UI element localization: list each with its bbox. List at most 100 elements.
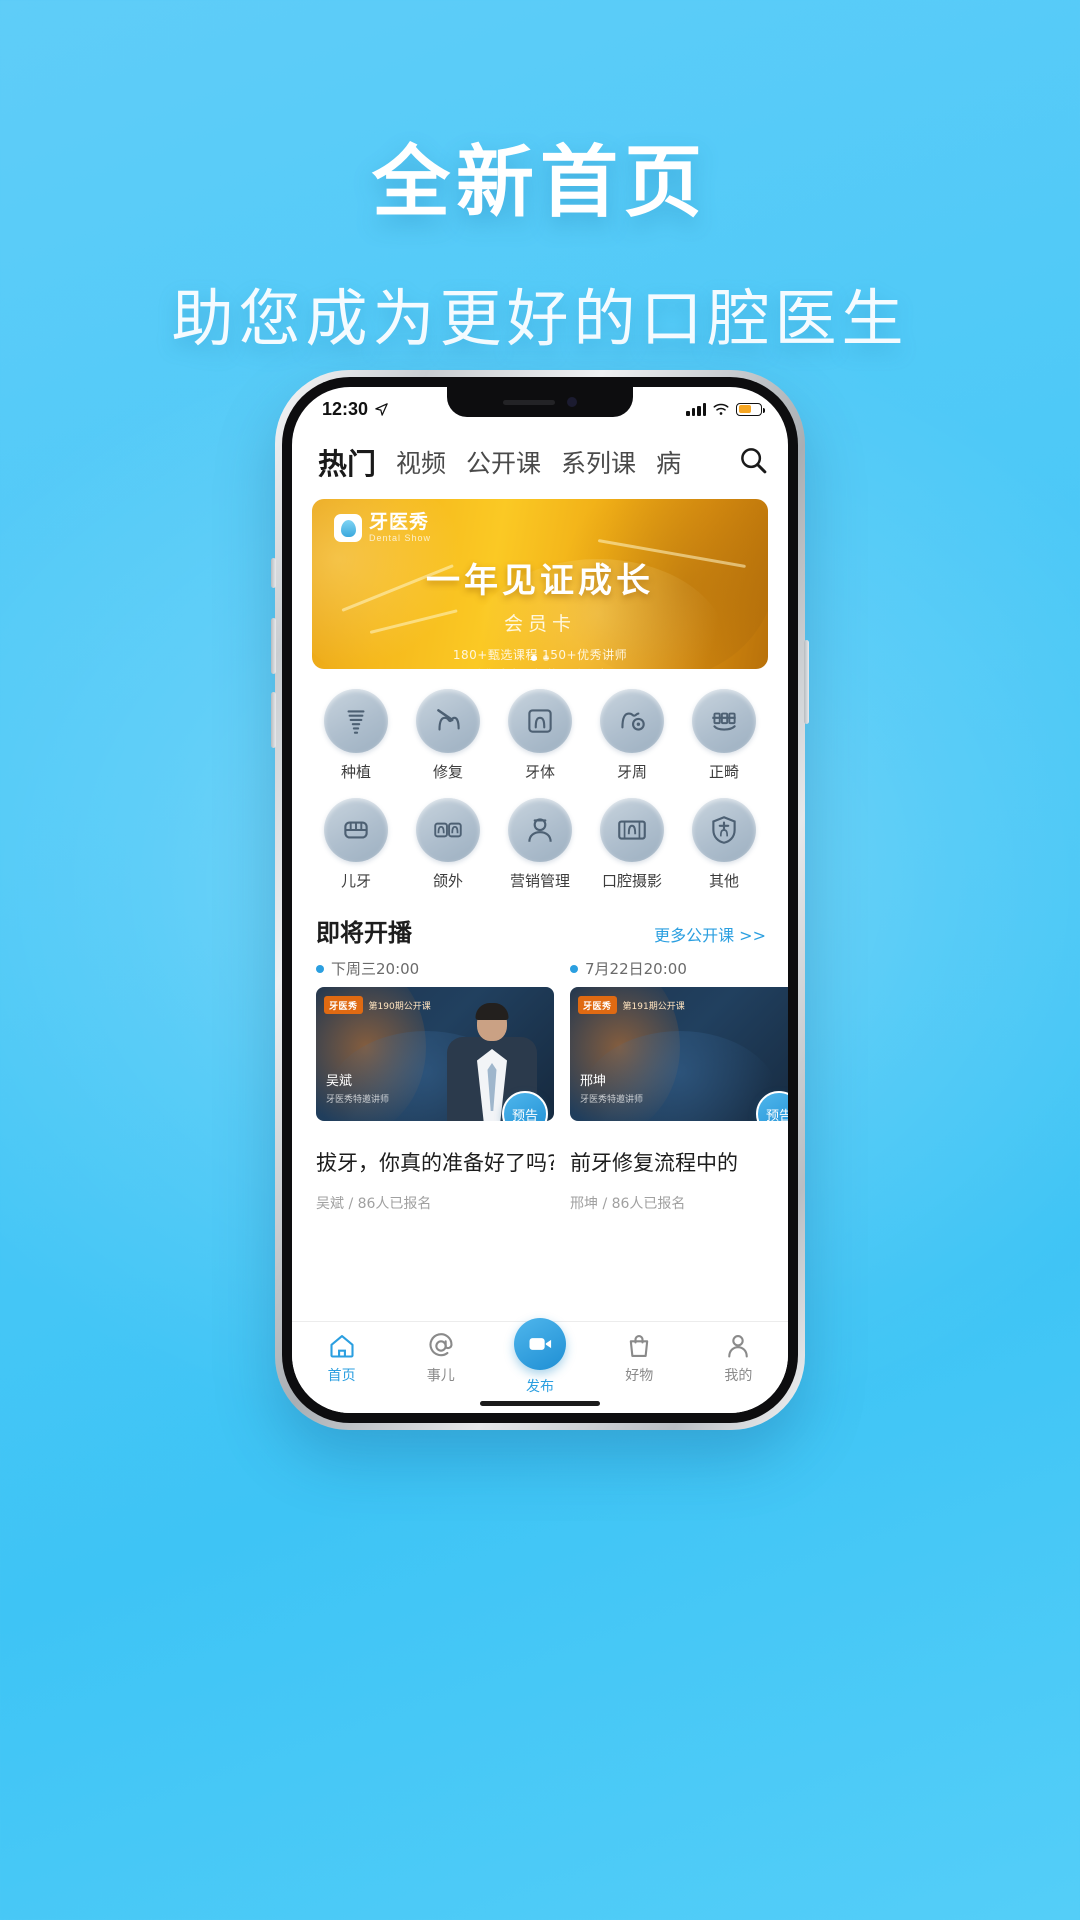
pediatric-teeth-icon — [324, 798, 388, 862]
tab-bar-label: 我的 — [724, 1368, 753, 1384]
phone-notch — [447, 387, 633, 417]
page-title: 全新首页 — [371, 138, 708, 228]
live-time-row: 下周三20:00 — [316, 958, 554, 979]
phone-power-button — [804, 640, 809, 724]
live-dot-icon — [316, 964, 324, 973]
periodontal-gear-icon — [600, 689, 664, 753]
phone-screen: 12:30 热门 视频 公开课 系列课 病 牙医秀 Dental Show 一年… — [292, 387, 788, 1413]
upcoming-live-list[interactable]: 下周三20:00 牙医秀 第190期公开课 吴斌 牙医秀特邀讲师 预告 拔牙，你… — [292, 954, 788, 1213]
tooth-body-icon — [508, 689, 572, 753]
shopping-bag-icon — [629, 1335, 649, 1357]
tab-series-class[interactable]: 系列课 — [561, 444, 636, 480]
tab-bar-label: 好物 — [625, 1368, 654, 1384]
phone-bezel: 12:30 热门 视频 公开课 系列课 病 牙医秀 Dental Show 一年… — [282, 377, 798, 1423]
live-dot-icon — [570, 964, 578, 973]
speaker-role: 牙医秀特邀讲师 — [580, 1095, 644, 1105]
thumb-tag-row: 牙医秀 第190期公开课 — [324, 996, 431, 1014]
banner-subtitle: 会员卡 — [503, 613, 576, 635]
category-label: 修复 — [432, 763, 463, 781]
phone-volume-up-button — [271, 618, 276, 674]
category-item-restoration[interactable]: 修复 — [402, 689, 494, 782]
carousel-dot-2[interactable] — [543, 655, 549, 661]
live-time-row: 7月22日20:00 — [570, 958, 788, 979]
braces-icon — [692, 689, 756, 753]
home-icon — [330, 1335, 354, 1358]
banner-copy: 一年见证成长 会员卡 180+甄选课程 150+优秀讲师 助您成为更好的口腔医生 — [312, 553, 768, 669]
category-item-periodontal[interactable]: 牙周 — [586, 689, 678, 782]
status-bar-left: 12:30 — [322, 399, 389, 420]
category-label: 其他 — [708, 872, 739, 890]
category-item-implant[interactable]: 种植 — [310, 689, 402, 782]
person-icon — [728, 1335, 749, 1358]
category-label: 牙周 — [616, 763, 647, 781]
signal-bars-icon — [686, 402, 706, 416]
upcoming-live-header: 即将开播 更多公开课 >> — [292, 897, 788, 954]
front-camera-icon — [567, 397, 577, 407]
promo-headline-group: 全新首页 助您成为更好的口腔医生 — [0, 120, 1080, 358]
phone-volume-down-button — [271, 692, 276, 748]
category-grid: 种植 修复 牙体 牙周 正畸 儿牙 颌外 营销管理 口腔摄影 其他 — [292, 669, 788, 897]
category-item-photography[interactable]: 口腔摄影 — [586, 798, 678, 891]
earpiece-speaker-icon — [503, 399, 555, 405]
speaker-name: 邢坤 — [580, 1074, 607, 1089]
tab-open-class[interactable]: 公开课 — [466, 444, 541, 480]
category-label: 牙体 — [524, 763, 555, 781]
tab-video[interactable]: 视频 — [396, 444, 446, 480]
episode-tag: 第190期公开课 — [368, 1001, 431, 1012]
thumb-tag-row: 牙医秀 第191期公开课 — [578, 996, 685, 1014]
tab-hot[interactable]: 热门 — [318, 441, 376, 483]
course-thumbnail[interactable]: 牙医秀 第190期公开课 吴斌 牙医秀特邀讲师 预告 — [316, 987, 554, 1121]
category-label: 营销管理 — [509, 872, 570, 890]
category-item-pediatric[interactable]: 儿牙 — [310, 798, 402, 891]
publish-button[interactable] — [514, 1318, 566, 1370]
banner-title: 一年见证成长 — [426, 561, 654, 601]
course-meta: 邢坤 / 86人已报名 — [570, 1196, 686, 1212]
category-item-orthodontics[interactable]: 正畸 — [678, 689, 770, 782]
status-bar-right — [686, 402, 765, 416]
implant-screw-icon — [324, 689, 388, 753]
wifi-icon — [713, 403, 729, 415]
course-title: 前牙修复流程中的 — [570, 1151, 738, 1175]
carousel-dots[interactable] — [312, 655, 768, 661]
category-item-marketing[interactable]: 营销管理 — [494, 798, 586, 891]
course-thumbnail[interactable]: 牙医秀 第191期公开课 邢坤 牙医秀特邀讲师 预告 — [570, 987, 788, 1121]
brand-name-en: Dental Show — [369, 533, 432, 543]
category-item-other[interactable]: 其他 — [678, 798, 770, 891]
promo-banner-carousel[interactable]: 牙医秀 Dental Show 一年见证成长 会员卡 180+甄选课程 150+… — [312, 499, 768, 669]
live-course-card[interactable]: 下周三20:00 牙医秀 第190期公开课 吴斌 牙医秀特邀讲师 预告 拔牙，你… — [316, 958, 554, 1213]
dental-photography-icon — [600, 798, 664, 862]
section-title: 即将开播 — [316, 919, 412, 947]
tab-bar-item-feed[interactable]: 事儿 — [391, 1332, 490, 1385]
battery-icon — [736, 402, 765, 416]
oral-surgery-icon — [416, 798, 480, 862]
carousel-dot-1[interactable] — [531, 655, 537, 661]
category-label: 正畸 — [708, 763, 739, 781]
tab-bar-item-home[interactable]: 首页 — [292, 1332, 391, 1385]
category-item-oral-surgery[interactable]: 颌外 — [402, 798, 494, 891]
tab-cases[interactable]: 病 — [656, 444, 681, 480]
tooth-logo-icon — [334, 514, 362, 542]
category-item-tooth-body[interactable]: 牙体 — [494, 689, 586, 782]
tab-bar-item-profile[interactable]: 我的 — [689, 1332, 788, 1385]
live-time-label: 下周三20:00 — [331, 960, 420, 978]
search-icon[interactable] — [738, 445, 768, 480]
speaker-role: 牙医秀特邀讲师 — [326, 1095, 390, 1105]
tab-bar-item-goods[interactable]: 好物 — [590, 1332, 689, 1385]
banner-line-2: 助您成为更好的口腔医生 — [312, 666, 768, 669]
phone-mockup: 12:30 热门 视频 公开课 系列课 病 牙医秀 Dental Show 一年… — [271, 370, 809, 1430]
category-label: 口腔摄影 — [601, 872, 662, 890]
live-course-card[interactable]: 7月22日20:00 牙医秀 第191期公开课 邢坤 牙医秀特邀讲师 预告 前牙… — [570, 958, 788, 1213]
course-meta: 吴斌 / 86人已报名 — [316, 1196, 432, 1212]
course-title: 拔牙，你真的准备好了吗? — [316, 1151, 554, 1175]
category-tab-bar: 热门 视频 公开课 系列课 病 — [292, 431, 788, 497]
home-indicator — [480, 1401, 600, 1406]
category-label: 颌外 — [432, 872, 463, 890]
banner-brand-logo: 牙医秀 Dental Show — [334, 513, 431, 543]
episode-tag: 第191期公开课 — [622, 1001, 685, 1012]
more-open-classes-link[interactable]: 更多公开课 >> — [654, 922, 766, 946]
shield-tooth-icon — [692, 798, 756, 862]
at-sign-icon — [429, 1333, 453, 1357]
brand-tag: 牙医秀 — [324, 996, 363, 1014]
speaker-name: 吴斌 — [326, 1074, 353, 1089]
status-bar-time: 12:30 — [322, 398, 369, 419]
